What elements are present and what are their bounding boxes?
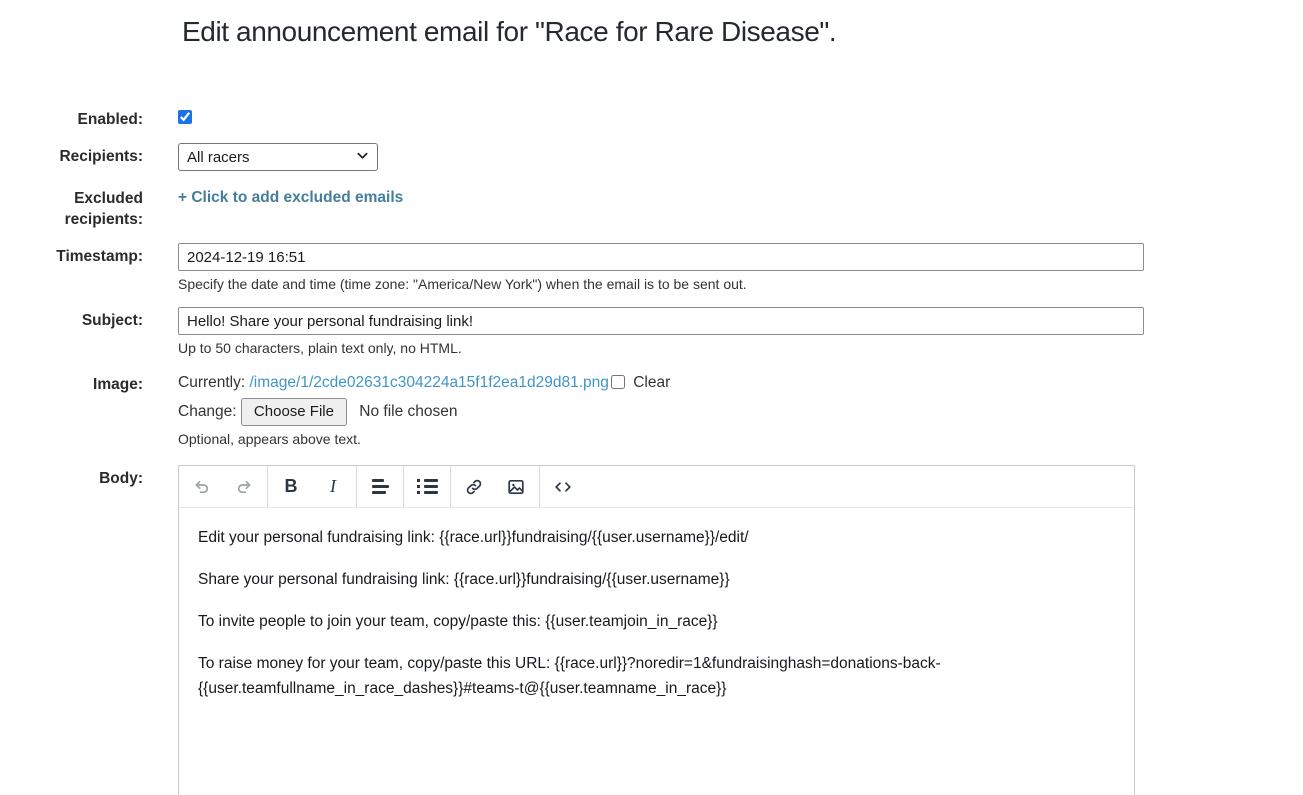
enabled-checkbox[interactable] bbox=[178, 110, 192, 124]
toolbar-code-group bbox=[540, 466, 586, 507]
editor-toolbar: B I bbox=[179, 466, 1134, 508]
timestamp-input[interactable] bbox=[178, 243, 1144, 271]
image-change-line: Change: Choose File No file chosen bbox=[178, 398, 1303, 426]
align-button[interactable] bbox=[359, 472, 401, 502]
undo-button[interactable] bbox=[181, 472, 223, 502]
timestamp-row: Timestamp: Specify the date and time (ti… bbox=[0, 243, 1303, 292]
rich-text-editor: B I bbox=[178, 465, 1135, 795]
body-paragraph: To invite people to join your team, copy… bbox=[198, 609, 1098, 634]
edit-announcement-page: Edit announcement email for "Race for Ra… bbox=[0, 0, 1303, 795]
enabled-label: Enabled: bbox=[0, 106, 143, 130]
add-excluded-emails-link[interactable]: + Click to add excluded emails bbox=[178, 185, 403, 207]
italic-button[interactable]: I bbox=[312, 472, 354, 502]
insert-image-button[interactable] bbox=[495, 472, 537, 502]
excluded-recipients-row: Excluded recipients: + Click to add excl… bbox=[0, 185, 1303, 230]
recipients-row: Recipients: All racers bbox=[0, 143, 1303, 171]
recipients-label: Recipients: bbox=[0, 143, 143, 167]
insert-link-button[interactable] bbox=[453, 472, 495, 502]
image-icon bbox=[506, 477, 526, 497]
change-label: Change: bbox=[178, 403, 237, 420]
undo-icon bbox=[192, 477, 212, 497]
timestamp-label: Timestamp: bbox=[0, 243, 143, 267]
current-image-link[interactable]: /image/1/2cde02631c304224a15f1f2ea1d29d8… bbox=[250, 374, 609, 391]
subject-input[interactable] bbox=[178, 307, 1144, 335]
body-paragraph: Share your personal fundraising link: {{… bbox=[198, 567, 1098, 592]
bold-icon: B bbox=[285, 476, 298, 497]
body-paragraph: To raise money for your team, copy/paste… bbox=[198, 651, 1098, 701]
recipients-selected-value: All racers bbox=[187, 149, 250, 166]
subject-help-text: Up to 50 characters, plain text only, no… bbox=[178, 340, 1303, 356]
code-view-button[interactable] bbox=[542, 472, 584, 502]
excluded-recipients-label: Excluded recipients: bbox=[0, 185, 143, 230]
no-file-chosen-text: No file chosen bbox=[359, 403, 457, 420]
redo-icon bbox=[234, 477, 254, 497]
body-row: Body: bbox=[0, 465, 1303, 795]
subject-label: Subject: bbox=[0, 307, 143, 331]
bold-button[interactable]: B bbox=[270, 472, 312, 502]
toolbar-history-group bbox=[179, 466, 268, 507]
italic-icon: I bbox=[330, 476, 336, 497]
choose-file-button[interactable]: Choose File bbox=[241, 398, 347, 426]
clear-image-checkbox[interactable] bbox=[611, 375, 625, 389]
bullet-list-button[interactable] bbox=[406, 472, 448, 502]
currently-label: Currently: bbox=[178, 374, 245, 391]
page-title: Edit announcement email for "Race for Ra… bbox=[182, 0, 1303, 48]
recipients-select[interactable]: All racers bbox=[178, 143, 378, 171]
bullet-list-icon bbox=[417, 479, 438, 494]
image-help-text: Optional, appears above text. bbox=[178, 431, 1303, 447]
image-label: Image: bbox=[0, 371, 143, 395]
align-icon bbox=[372, 479, 389, 494]
announcement-form: Enabled: Recipients: All racers bbox=[0, 106, 1303, 795]
link-icon bbox=[464, 477, 484, 497]
toolbar-list-group bbox=[404, 466, 451, 507]
redo-button[interactable] bbox=[223, 472, 265, 502]
image-row: Image: Currently: /image/1/2cde02631c304… bbox=[0, 371, 1303, 447]
image-current-line: Currently: /image/1/2cde02631c304224a15f… bbox=[178, 371, 1303, 394]
editor-content-area[interactable]: Edit your personal fundraising link: {{r… bbox=[179, 508, 1134, 735]
subject-row: Subject: Up to 50 characters, plain text… bbox=[0, 307, 1303, 356]
enabled-row: Enabled: bbox=[0, 106, 1303, 130]
clear-label: Clear bbox=[633, 374, 670, 391]
toolbar-insert-group bbox=[451, 466, 540, 507]
body-label: Body: bbox=[0, 465, 143, 489]
toolbar-format-group: B I bbox=[268, 466, 357, 507]
timestamp-help-text: Specify the date and time (time zone: "A… bbox=[178, 276, 1303, 292]
code-icon bbox=[552, 477, 574, 497]
body-paragraph: Edit your personal fundraising link: {{r… bbox=[198, 525, 1098, 550]
chevron-down-icon bbox=[356, 149, 369, 166]
toolbar-align-group bbox=[357, 466, 404, 507]
